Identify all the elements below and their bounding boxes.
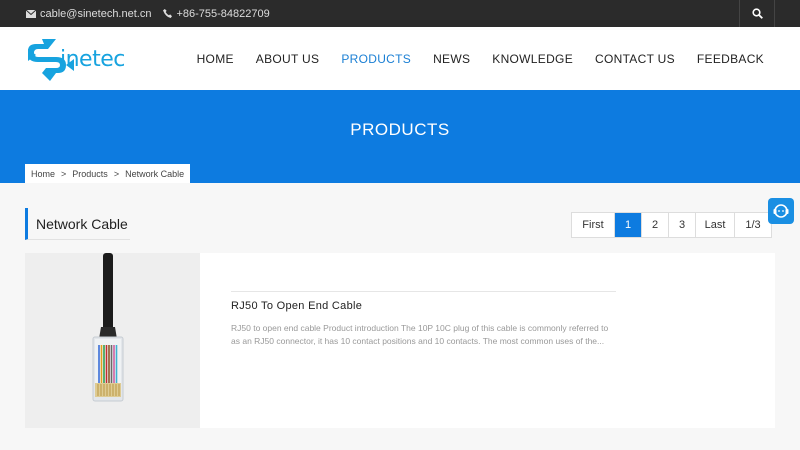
product-description: RJ50 to open end cable Product introduct… [231,323,609,346]
page-2-button[interactable]: 2 [642,213,669,237]
phone-icon [163,9,173,18]
phone-item[interactable]: +86-755-84822709 [163,7,270,20]
product-info: RJ50 To Open End Cable RJ50 to open end … [231,291,616,348]
online-service-button[interactable] [768,198,794,224]
page-title: PRODUCTS [350,120,450,139]
site-header: inetec HOME ABOUT US PRODUCTS NEWS KNOWL… [0,27,800,90]
page-first-button[interactable]: First [572,213,615,237]
product-card[interactable]: RJ50 To Open End Cable RJ50 to open end … [25,253,775,428]
page-count: 1/3 [745,219,761,231]
main-nav: HOME ABOUT US PRODUCTS NEWS KNOWLEDGE CO… [197,27,764,90]
nav-item-knowledge[interactable]: KNOWLEDGE [492,52,573,66]
rj50-cable-image [25,253,200,428]
page-1-button[interactable]: 1 [615,213,642,237]
section-title: Network Cable [25,208,130,240]
breadcrumb-products[interactable]: Products [72,169,108,179]
page-last-button[interactable]: Last [696,213,735,237]
page-banner: PRODUCTS Home > Products > Network Cable [0,90,800,183]
breadcrumb: Home > Products > Network Cable [25,164,191,183]
contact-info: cable@sinetech.net.cn +86-755-84822709 [26,0,270,27]
nav-item-feedback[interactable]: FEEDBACK [697,52,764,66]
top-bar: cable@sinetech.net.cn +86-755-84822709 [0,0,800,27]
page-3-button[interactable]: 3 [669,213,696,237]
breadcrumb-home[interactable]: Home [31,169,55,179]
nav-item-contact-us[interactable]: CONTACT US [595,52,675,66]
pagination: First 1 2 3 Last 1/3 [571,212,772,238]
product-image[interactable] [25,253,200,428]
search-icon [751,8,763,19]
phone-text: +86-755-84822709 [176,7,270,20]
customer-service-icon [773,204,789,218]
email-text: cable@sinetech.net.cn [40,7,152,20]
logo-text: inetec [60,47,125,72]
breadcrumb-network-cable[interactable]: Network Cable [125,169,184,179]
nav-item-about-us[interactable]: ABOUT US [256,52,320,66]
nav-item-news[interactable]: NEWS [433,52,470,66]
site-logo[interactable]: inetec [26,37,126,83]
search-button[interactable] [739,0,775,27]
envelope-icon [26,9,36,18]
nav-item-home[interactable]: HOME [197,52,234,66]
nav-item-products[interactable]: PRODUCTS [341,52,411,66]
breadcrumb-separator: > [61,168,67,179]
breadcrumb-separator: > [113,168,120,179]
email-item[interactable]: cable@sinetech.net.cn [26,8,151,20]
product-title[interactable]: RJ50 To Open End Cable [231,300,616,312]
